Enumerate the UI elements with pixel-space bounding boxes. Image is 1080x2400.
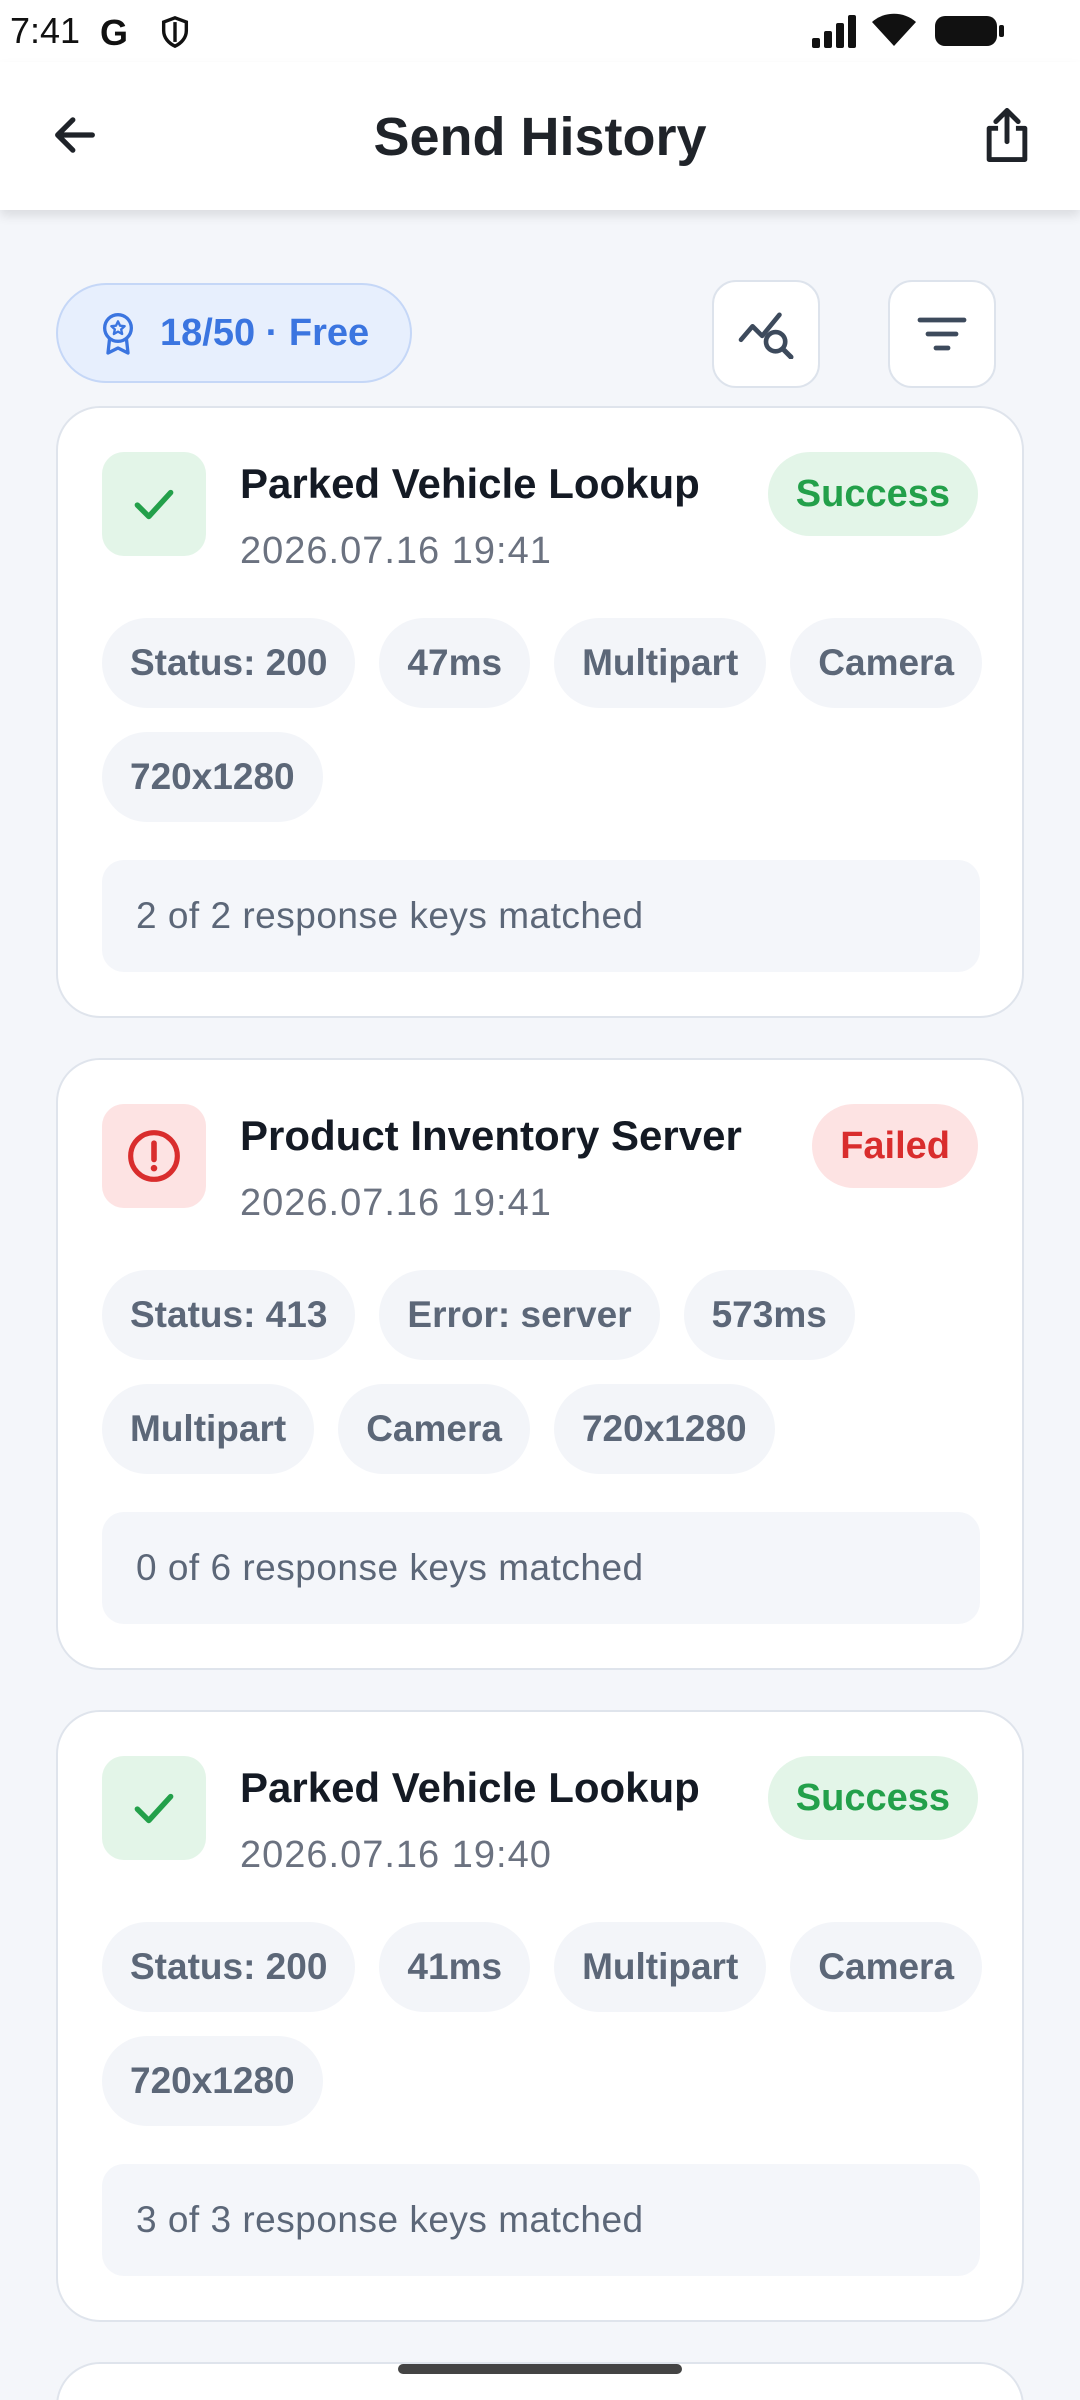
history-card[interactable]: Parked Vehicle Lookup 2026.07.16 19:41 S… — [56, 406, 1024, 1018]
app-bar: Send History — [0, 62, 1080, 210]
chip-list: Status: 200 41ms Multipart Camera 720x12… — [102, 1922, 1002, 2126]
card-title: Parked Vehicle Lookup — [240, 460, 700, 507]
battery-icon — [935, 16, 1004, 46]
chip: Camera — [790, 618, 983, 708]
chip: 720x1280 — [102, 2036, 323, 2126]
quota-label: 18/50 · Free — [160, 311, 370, 354]
match-summary: 2 of 2 response keys matched — [102, 860, 980, 972]
shield-icon — [161, 16, 189, 49]
chip: 720x1280 — [102, 732, 323, 822]
share-icon — [986, 108, 1028, 162]
award-badge-icon — [103, 313, 133, 355]
chip: Status: 200 — [102, 1922, 356, 2012]
chip: 41ms — [379, 1922, 531, 2012]
filter-button[interactable] — [888, 280, 996, 388]
chip-list: Status: 200 47ms Multipart Camera 720x12… — [102, 618, 1002, 822]
card-title: Parked Vehicle Lookup — [240, 1764, 700, 1811]
page-title: Send History — [373, 107, 707, 167]
history-card[interactable]: Product Inventory Server 2026.07.16 19:4… — [56, 1058, 1024, 1670]
wifi-icon — [872, 13, 916, 46]
chart-search-icon — [738, 312, 794, 359]
chip: Camera — [790, 1922, 983, 2012]
status-icon-box — [102, 1104, 206, 1208]
chip: Error: server — [379, 1270, 660, 1360]
card-timestamp: 2026.07.16 19:41 — [240, 1182, 552, 1224]
chip: 573ms — [683, 1270, 855, 1360]
status-bar: 7:41 G — [0, 0, 1080, 62]
quota-pill[interactable]: 18/50 · Free — [56, 283, 412, 383]
signal-icon — [812, 15, 856, 48]
status-badge: Success — [767, 1756, 978, 1840]
check-icon — [134, 1793, 174, 1824]
chip-list: Status: 413 Error: server 573ms Multipar… — [102, 1270, 1002, 1474]
match-summary: 0 of 6 response keys matched — [102, 1512, 980, 1624]
analytics-button[interactable] — [712, 280, 820, 388]
status-badge: Failed — [812, 1104, 978, 1188]
history-card[interactable]: Parked Vehicle Lookup 2026.07.16 19:40 S… — [56, 1710, 1024, 2322]
chip: Camera — [338, 1384, 530, 1474]
chip: Multipart — [102, 1384, 315, 1474]
chip: 47ms — [379, 618, 531, 708]
chip: Status: 200 — [102, 618, 356, 708]
share-button[interactable] — [972, 100, 1042, 170]
status-time: 7:41 — [10, 10, 81, 51]
status-icon-box — [102, 452, 206, 556]
card-title: Product Inventory Server — [240, 1112, 742, 1159]
status-badge: Success — [767, 452, 978, 536]
filter-icon — [917, 317, 967, 351]
status-icon-box — [102, 1756, 206, 1860]
chip: 720x1280 — [553, 1384, 775, 1474]
chip: Multipart — [554, 1922, 767, 2012]
check-icon — [134, 489, 174, 520]
chip: Multipart — [554, 618, 767, 708]
card-timestamp: 2026.07.16 19:40 — [240, 1834, 552, 1876]
card-timestamp: 2026.07.16 19:41 — [240, 530, 552, 572]
chip: Status: 413 — [102, 1270, 356, 1360]
match-summary: 3 of 3 response keys matched — [102, 2164, 980, 2276]
alert-circle-icon — [128, 1130, 180, 1182]
google-icon: G — [100, 12, 129, 53]
home-indicator[interactable] — [398, 2364, 682, 2374]
